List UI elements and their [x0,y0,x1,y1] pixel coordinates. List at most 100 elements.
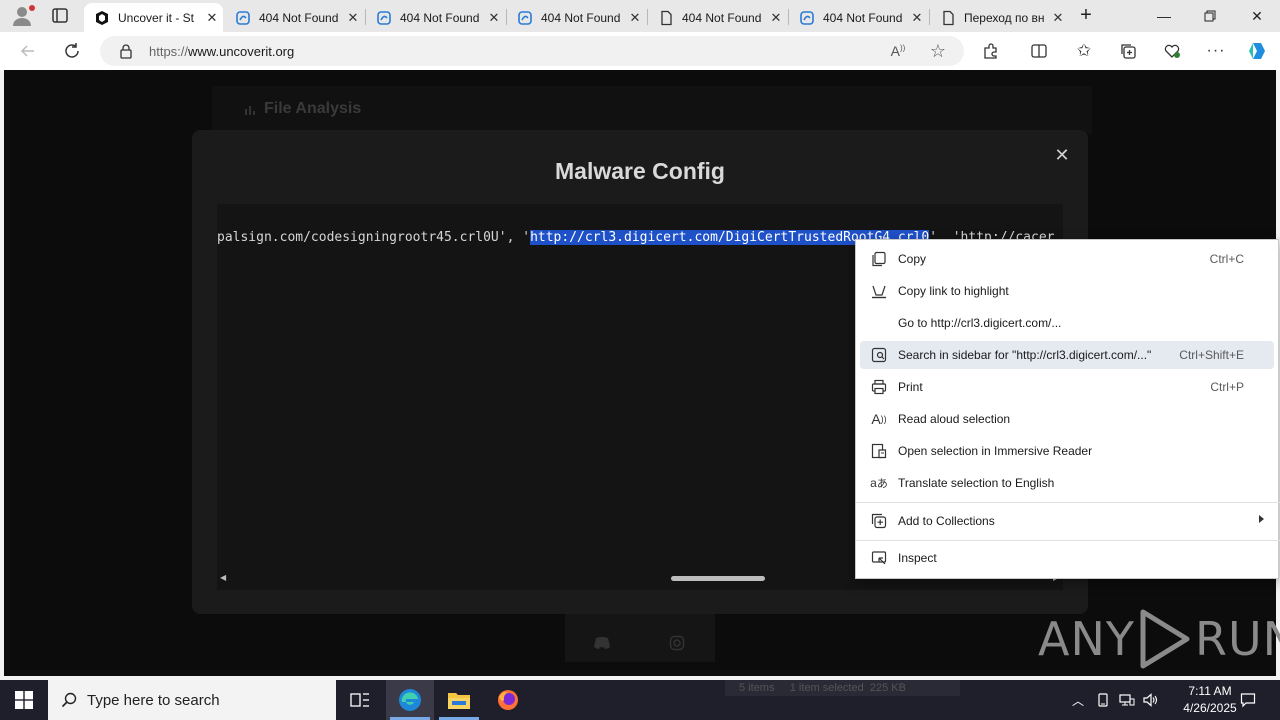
star-icon: ☆ [929,40,947,61]
modal-title: Malware Config [555,158,725,184]
explorer-status-text: 5 items 1 item selected 225 KB [739,682,906,694]
back-button[interactable] [16,39,40,63]
menu-item-print[interactable]: Print Ctrl+P [860,373,1274,401]
taskbar-file-explorer[interactable] [435,680,483,720]
menu-item-copy-link-to-highlight[interactable]: Copy link to highlight [860,277,1274,305]
menu-separator [856,540,1280,541]
restore-button[interactable] [1187,0,1233,32]
close-icon[interactable]: ✕ [1047,10,1069,26]
menu-item-read-aloud[interactable]: A)) Read aloud selection [860,405,1274,433]
refresh-icon [65,43,79,58]
instagram-icon[interactable] [669,635,685,651]
edge-page-icon [799,10,815,26]
performance-button[interactable] [1160,39,1184,63]
menu-item-label: Inspect [898,551,937,565]
menu-item-translate[interactable]: aあ Translate selection to English [860,469,1274,497]
puzzle-icon [984,43,997,59]
menu-item-copy[interactable]: Copy Ctrl+C [860,245,1274,273]
code-text-before: palsign.com/codesigningrootr45.crl0U', ' [217,230,531,245]
tab-redirect[interactable]: Переход по вн ✕ [930,3,1069,32]
menu-item-shortcut: Ctrl+C [1209,252,1244,266]
copilot-button[interactable] [1246,39,1270,63]
speaker-icon [1143,693,1158,707]
notification-center-button[interactable] [1234,680,1262,720]
close-icon[interactable]: ✕ [342,10,364,26]
menu-item-inspect[interactable]: Inspect [860,544,1274,572]
scroll-left-icon[interactable]: ◀ [220,573,226,582]
edge-browser-icon [399,689,421,711]
favorite-button[interactable]: ☆ [926,39,950,63]
menu-button[interactable]: ··· [1204,39,1228,63]
task-view-button[interactable] [336,680,384,720]
submenu-arrow-icon [1259,515,1264,523]
restore-icon [1204,10,1216,22]
menu-item-label: Go to http://crl3.digicert.com/... [898,316,1062,330]
firefox-icon [498,690,518,710]
document-icon [658,10,674,26]
split-screen-button[interactable] [1027,39,1051,63]
sidebar-search-icon [870,346,888,364]
watermark-text-right: RUN [1194,612,1280,666]
tab-404-5[interactable]: 404 Not Found ✕ [789,3,928,32]
close-icon[interactable]: ✕ [765,10,787,26]
task-view-icon [350,693,369,707]
close-icon[interactable]: ✕ [624,10,646,26]
menu-item-go-to-url[interactable]: Go to http://crl3.digicert.com/... [860,309,1274,337]
extensions-button[interactable] [979,39,1003,63]
taskbar-search-box[interactable]: Type here to search [48,680,336,720]
favorites-button[interactable]: ✩ [1072,39,1096,63]
tab-title: Uncover it - St [118,10,195,25]
collections-button[interactable] [1116,39,1140,63]
read-aloud-icon: A)) [890,43,906,59]
tab-actions-icon [52,8,68,23]
tab-title: 404 Not Found [400,10,480,25]
edge-page-icon [517,10,533,26]
address-bar[interactable]: https://www.uncoverit.org A)) ☆ [100,36,964,66]
lock-icon[interactable] [118,43,134,59]
tray-network-button[interactable] [1116,680,1138,720]
read-aloud-button[interactable]: A)) [886,39,910,63]
tab-uncoverit[interactable]: Uncover it - St ✕ [84,3,223,32]
url-text: https://www.uncoverit.org [149,44,294,59]
close-window-button[interactable]: ✕ [1234,0,1280,32]
favorites-star-icon: ✩ [1076,41,1092,60]
discord-icon[interactable] [593,636,611,650]
explorer-status-strip: 5 items 1 item selected 225 KB [725,680,960,696]
modal-close-button[interactable]: ✕ [1052,145,1072,165]
tab-title: 404 Not Found [259,10,339,25]
windows-taskbar: Type here to search 5 items 1 item selec… [0,680,1280,720]
menu-item-label: Copy [898,252,927,266]
new-tab-button[interactable]: + [1075,4,1097,26]
copilot-icon [1249,43,1265,59]
tab-404-2[interactable]: 404 Not Found ✕ [366,3,505,32]
menu-item-label: Read aloud selection [898,412,1011,426]
tab-404-4[interactable]: 404 Not Found ✕ [648,3,787,32]
menu-item-label: Open selection in Immersive Reader [898,444,1093,458]
close-icon[interactable]: ✕ [906,10,928,26]
taskbar-edge[interactable] [386,680,434,720]
close-icon[interactable]: ✕ [483,10,505,26]
tray-device-button[interactable] [1092,680,1114,720]
menu-item-search-in-sidebar[interactable]: Search in sidebar for "http://crl3.digic… [860,341,1274,369]
taskbar-firefox[interactable] [484,680,532,720]
device-icon [1098,693,1108,707]
tab-actions-button[interactable] [48,5,72,27]
close-icon: ✕ [1054,145,1070,165]
refresh-button[interactable] [60,39,84,63]
menu-item-immersive-reader[interactable]: Open selection in Immersive Reader [860,437,1274,465]
tab-404-3[interactable]: 404 Not Found ✕ [507,3,646,32]
minimize-button[interactable]: — [1141,0,1187,32]
tray-volume-button[interactable] [1140,680,1162,720]
profile-avatar[interactable] [10,4,35,28]
menu-item-add-to-collections[interactable]: Add to Collections [860,507,1274,535]
tab-404-1[interactable]: 404 Not Found ✕ [225,3,364,32]
tab-title: 404 Not Found [541,10,621,25]
start-button[interactable] [0,680,48,720]
show-hidden-icons-button[interactable]: ︿ [1068,680,1088,720]
scrollbar-thumb[interactable] [671,576,765,581]
watermark-text-left: ANY [1038,612,1135,666]
close-icon[interactable]: ✕ [201,10,223,26]
more-options-icon: ··· [1206,42,1226,59]
url-scheme: https:// [149,44,189,59]
collections-icon [1121,44,1136,59]
